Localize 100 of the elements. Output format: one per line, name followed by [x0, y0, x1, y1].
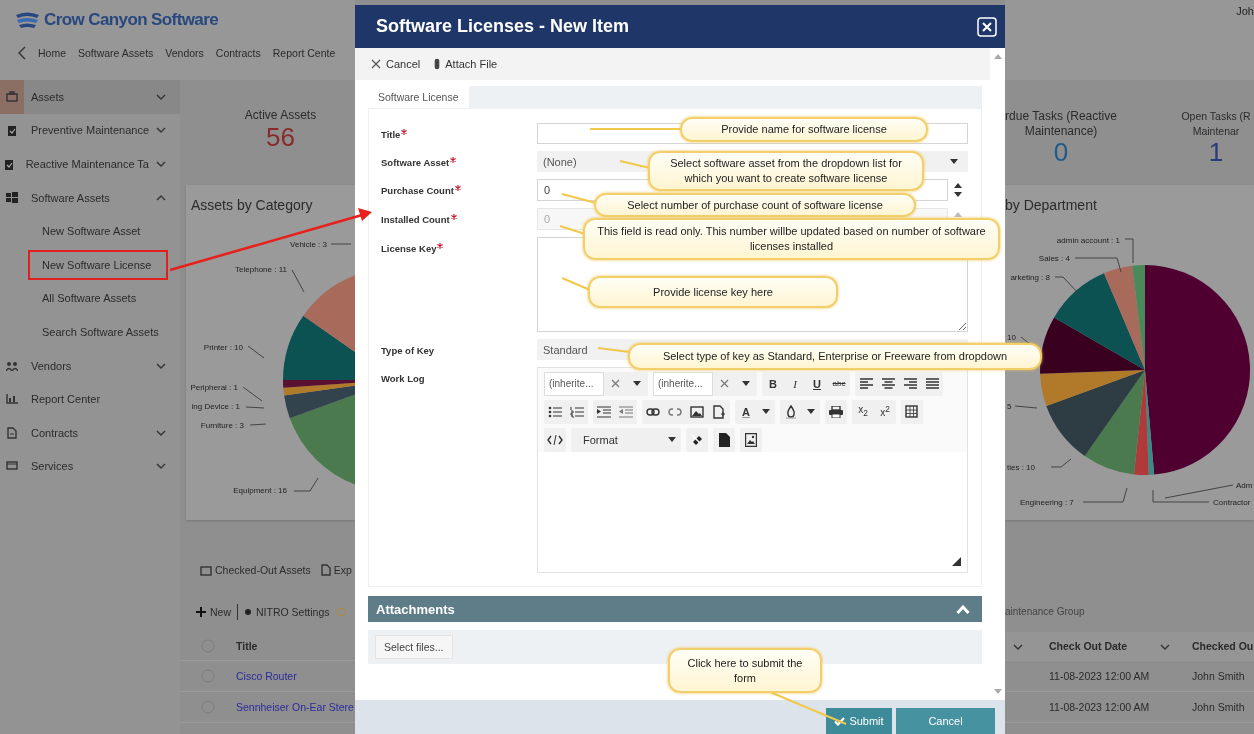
pie-label: Engineering : 7: [1020, 498, 1074, 507]
rich-text-editor[interactable]: (inherite... (inherite... B I U abc A x$_{2}$ x$^{2}$ Format: [537, 367, 968, 573]
leader-line: [247, 345, 265, 359]
asset-link[interactable]: Cisco Router: [236, 670, 297, 682]
sidebar-subitem[interactable]: New Software Asset: [28, 216, 168, 247]
font-dropdown[interactable]: (inherite...: [544, 371, 604, 396]
clear-icon[interactable]: [719, 379, 729, 388]
chevron-down-icon[interactable]: [156, 463, 166, 470]
leader-line: [242, 386, 263, 402]
sidebar-item[interactable]: Assets: [0, 80, 180, 114]
table-icon[interactable]: [905, 404, 919, 419]
leader-line: [1054, 276, 1082, 297]
italic-button[interactable]: I: [784, 371, 806, 396]
chevron-up-icon: [956, 604, 970, 614]
select-files-button[interactable]: Select files...: [375, 635, 453, 659]
sidebar-item[interactable]: Software Assets: [0, 180, 180, 215]
eraser-icon[interactable]: [690, 432, 704, 447]
callout-tooltip: Select type of key as Standard, Enterprise or Freeware from dropdown: [628, 343, 1042, 370]
asset-link[interactable]: Sennheiser On-Ear Stere: [236, 701, 354, 713]
nav-link[interactable]: Report Cente: [272, 47, 336, 59]
check-icon: [834, 716, 846, 726]
sidebar-item[interactable]: Preventive Maintenance: [0, 113, 180, 148]
image-document-icon[interactable]: [745, 432, 757, 447]
pie-label: ties : 10: [1007, 463, 1035, 472]
superscript-button[interactable]: x$^{2}$: [874, 397, 896, 426]
underline-button[interactable]: U: [806, 371, 828, 396]
nav-link[interactable]: Contracts: [215, 47, 261, 59]
pie-label: Printer : 10: [203, 343, 243, 352]
settings-button[interactable]: NITRO Settings: [244, 606, 330, 618]
file-add-icon[interactable]: [713, 404, 725, 419]
numbered-list-icon[interactable]: [570, 405, 584, 418]
code-icon[interactable]: [547, 434, 563, 445]
nav-link[interactable]: Software Assets: [78, 47, 154, 59]
strikethrough-button[interactable]: abc: [828, 371, 850, 396]
attachments-header[interactable]: Attachments: [368, 596, 982, 622]
image-icon[interactable]: [690, 405, 704, 418]
back-icon[interactable]: [18, 46, 26, 60]
column-header[interactable]: Title: [236, 640, 258, 652]
align-right-icon[interactable]: [903, 378, 917, 389]
sidebar-subitem[interactable]: New Software License: [28, 249, 168, 280]
link-icon[interactable]: [646, 406, 660, 417]
tab[interactable]: Checked-Out Assets: [200, 564, 311, 576]
submit-button[interactable]: Submit: [826, 708, 892, 734]
sidebar-item[interactable]: Services: [0, 449, 180, 484]
sidebar-subitem[interactable]: All Software Assets: [28, 283, 168, 314]
font-dropdown[interactable]: (inherite...: [653, 371, 713, 396]
chevron-down-icon[interactable]: [1013, 644, 1023, 650]
nav-link[interactable]: Home: [38, 47, 66, 59]
bullet-list-icon[interactable]: [548, 405, 562, 418]
document-icon[interactable]: [718, 432, 730, 447]
chevron-down-icon[interactable]: [156, 429, 166, 436]
column-header[interactable]: Checked Ou: [1192, 640, 1254, 652]
chart-title: by Department: [1005, 196, 1098, 213]
column-header[interactable]: Check Out Date: [1049, 640, 1160, 652]
clear-icon[interactable]: [610, 379, 620, 388]
chevron-down-icon[interactable]: [156, 93, 166, 100]
new-button[interactable]: New: [196, 606, 231, 618]
leader-line: [291, 269, 305, 293]
attach-file-button[interactable]: Attach File: [434, 58, 498, 70]
align-center-icon[interactable]: [881, 378, 895, 389]
sidebar-item[interactable]: Vendors: [0, 348, 180, 383]
chevron-down-icon[interactable]: [156, 127, 166, 134]
chevron-down-icon[interactable]: [1160, 644, 1170, 650]
cancel-button[interactable]: Cancel: [371, 58, 421, 70]
sidebar-item[interactable]: Report Center: [0, 382, 180, 416]
stat-value: 56: [265, 122, 296, 152]
caret-icon[interactable]: [762, 409, 770, 414]
sidebar-item[interactable]: Reactive Maintenance Ta: [0, 147, 180, 181]
caret-icon[interactable]: [950, 159, 958, 164]
print-icon[interactable]: [829, 405, 843, 418]
caret-icon[interactable]: [807, 409, 815, 414]
chevron-down-icon[interactable]: [156, 161, 166, 167]
bold-button[interactable]: B: [762, 371, 784, 396]
callout-tooltip: Provide name for software license: [680, 117, 928, 142]
stat-value: 0: [1053, 139, 1069, 165]
close-icon[interactable]: [977, 16, 997, 37]
justify-icon[interactable]: [925, 378, 939, 389]
tab[interactable]: Software License: [368, 86, 469, 108]
unlink-icon[interactable]: [668, 406, 682, 417]
clipboard-icon: [4, 158, 15, 170]
caret-icon[interactable]: [633, 381, 641, 386]
sidebar-item[interactable]: Contracts: [0, 415, 180, 450]
cancel-button[interactable]: Cancel: [896, 708, 995, 734]
spinner-icon[interactable]: [954, 183, 962, 197]
user-name[interactable]: Joh: [1236, 5, 1254, 17]
chevron-down-icon[interactable]: [156, 362, 166, 369]
caret-icon[interactable]: [668, 437, 676, 442]
field-label: Type of Key: [381, 345, 435, 356]
tab[interactable]: Exp: [320, 564, 352, 576]
chevron-up-icon[interactable]: [156, 194, 166, 201]
nav-link[interactable]: Vendors: [165, 47, 204, 59]
indent-icon[interactable]: [597, 405, 611, 418]
subscript-button[interactable]: x$_{2}$: [852, 398, 874, 425]
caret-icon[interactable]: [742, 381, 750, 386]
align-left-icon[interactable]: [859, 378, 873, 389]
sidebar-subitem[interactable]: Search Software Assets: [28, 316, 168, 347]
outdent-icon[interactable]: [619, 405, 633, 418]
resize-grip-icon[interactable]: [952, 557, 961, 566]
color-drop-icon[interactable]: [786, 404, 796, 419]
leader-line: [249, 423, 267, 426]
